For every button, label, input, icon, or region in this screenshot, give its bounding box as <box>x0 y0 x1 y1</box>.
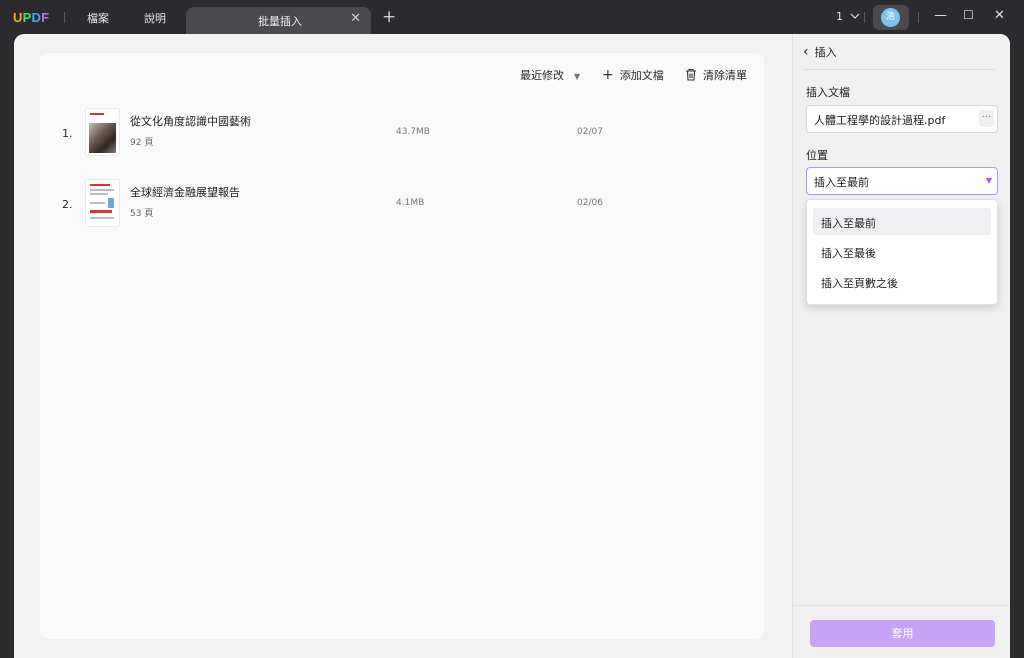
position-dropdown-menu: 插入至最前 插入至最後 插入至頁數之後 <box>806 199 998 305</box>
add-document-button[interactable]: + 添加文檔 <box>602 67 664 83</box>
option-insert-after-page[interactable]: 插入至頁數之後 <box>813 268 991 295</box>
insert-panel-title: 插入 <box>814 46 837 59</box>
insert-panel-header[interactable]: ‹ 插入 <box>803 44 837 60</box>
option-label: 插入至頁數之後 <box>821 277 898 290</box>
logo-letter-d: D <box>31 10 42 25</box>
back-chevron-icon[interactable]: ‹ <box>803 44 809 60</box>
file-title: 全球經濟金融展望報告 <box>130 186 240 199</box>
clear-list-label: 清除清單 <box>703 69 747 82</box>
chevron-down-icon <box>850 13 859 19</box>
logo-letter-f: F <box>41 10 50 25</box>
option-label: 插入至最後 <box>821 247 876 260</box>
document-thumbnail <box>86 180 119 226</box>
list-item[interactable]: 1. 從文化角度認識中國藝術 92 頁 43.7MB 02/07 <box>40 107 764 159</box>
divider <box>864 12 865 23</box>
updf-logo[interactable]: UPDF <box>13 10 49 25</box>
insert-document-value: 人體工程學的設計過程.pdf <box>814 114 946 127</box>
close-window-icon[interactable]: ✕ <box>994 8 1005 23</box>
sort-label: 最近修改 <box>520 69 564 82</box>
avatar: 浩 <box>881 8 900 27</box>
main-window: 最近修改 ▼ + 添加文檔 清除清單 1. 從文化角度認識中國藝術 92 頁 43.… <box>14 34 1010 658</box>
file-size: 43.7MB <box>396 127 430 137</box>
menu-help[interactable]: 說明 <box>144 10 166 26</box>
divider <box>64 12 65 23</box>
account-button[interactable]: 浩 <box>873 5 909 30</box>
option-insert-last[interactable]: 插入至最後 <box>813 238 991 265</box>
position-label: 位置 <box>806 149 828 162</box>
insert-document-field[interactable]: 人體工程學的設計過程.pdf ··· <box>806 105 998 133</box>
page-count-value: 1 <box>836 10 843 23</box>
divider <box>803 69 995 70</box>
insert-side-panel: ‹ 插入 插入文檔 人體工程學的設計過程.pdf ··· 位置 插入至最前 ▼ 插… <box>792 34 1010 658</box>
divider <box>793 605 1010 606</box>
tab-close-icon[interactable]: ✕ <box>350 11 361 26</box>
clear-list-button[interactable]: 清除清單 <box>685 67 747 83</box>
row-number: 2. <box>62 198 73 211</box>
maximize-icon[interactable]: ☐ <box>963 8 974 22</box>
trash-icon <box>686 68 696 81</box>
caret-down-icon: ▼ <box>574 72 581 81</box>
add-document-label: 添加文檔 <box>619 69 664 82</box>
title-bar: UPDF 檔案 說明 批量插入 ✕ + 1 浩 — ☐ ✕ <box>0 0 1024 34</box>
list-item[interactable]: 2. 全球經濟金融展望報告 53 頁 4.1MB 02/06 <box>40 178 764 230</box>
plus-icon: + <box>602 67 614 83</box>
sort-dropdown[interactable]: 最近修改 ▼ <box>520 67 580 83</box>
new-tab-icon[interactable]: + <box>382 7 396 27</box>
file-size: 4.1MB <box>396 198 425 208</box>
minimize-icon[interactable]: — <box>934 8 947 23</box>
document-thumbnail <box>86 109 119 155</box>
position-select[interactable]: 插入至最前 ▼ <box>806 167 998 195</box>
file-date: 02/06 <box>577 198 603 208</box>
logo-letter-u: U <box>13 10 23 25</box>
file-date: 02/07 <box>577 127 603 137</box>
apply-button[interactable]: 套用 <box>810 620 995 647</box>
menu-file[interactable]: 檔案 <box>87 10 109 26</box>
position-select-value: 插入至最前 <box>814 176 869 189</box>
file-pages: 92 頁 <box>130 138 154 148</box>
option-insert-first[interactable]: 插入至最前 <box>813 208 991 235</box>
page-count-dropdown[interactable]: 1 <box>836 10 860 23</box>
file-list-panel: 最近修改 ▼ + 添加文檔 清除清單 1. 從文化角度認識中國藝術 92 頁 43.… <box>40 53 764 639</box>
insert-document-label: 插入文檔 <box>806 86 850 99</box>
tab-label: 批量插入 <box>258 15 302 28</box>
tab-batch-insert[interactable]: 批量插入 ✕ <box>186 7 371 34</box>
divider <box>918 12 919 23</box>
row-number: 1. <box>62 127 73 140</box>
file-title: 從文化角度認識中國藝術 <box>130 115 251 128</box>
caret-down-icon: ▼ <box>985 176 992 185</box>
more-options-button[interactable]: ··· <box>979 110 994 127</box>
option-label: 插入至最前 <box>821 217 876 230</box>
file-pages: 53 頁 <box>130 209 154 219</box>
